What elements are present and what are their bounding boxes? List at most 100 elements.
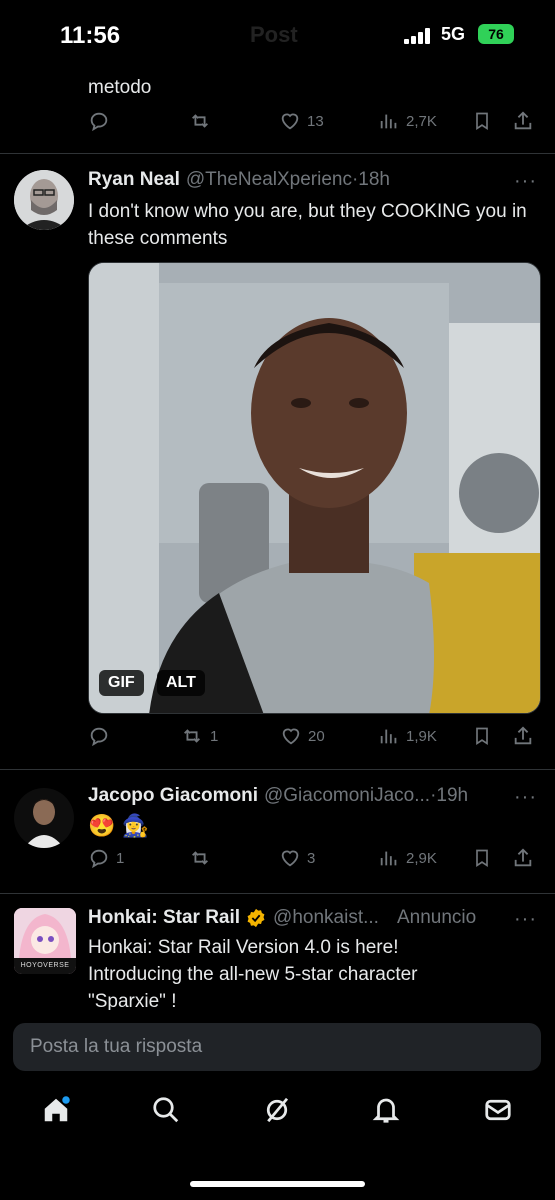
tab-notifications[interactable] [366, 1090, 406, 1130]
repost-count: 1 [210, 727, 219, 745]
avatar[interactable] [14, 170, 74, 230]
repost-icon [192, 114, 208, 128]
messages-icon [485, 1099, 511, 1121]
grok-icon [266, 1097, 289, 1123]
views-icon [380, 729, 397, 744]
tab-home[interactable] [36, 1090, 76, 1130]
tweet-text: Honkai: Star Rail Version 4.0 is here! I… [88, 934, 538, 1012]
author-handle[interactable]: @honkaist... [273, 907, 379, 929]
tweet-actions: 1 3 2,9K [88, 847, 538, 877]
reply-icon [90, 849, 108, 869]
bookmark-button[interactable] [472, 847, 492, 869]
heart-icon [282, 728, 300, 745]
like-button[interactable]: 13 [279, 110, 324, 132]
home-icon [44, 1096, 70, 1122]
ad-label: Annuncio [396, 907, 477, 928]
home-indicator [190, 1181, 365, 1187]
tweet-text-line: Introducing the all-new 5-star character [88, 964, 418, 985]
bookmark-icon [476, 112, 488, 131]
tweet-actions: 13 2,7K [88, 110, 538, 140]
alt-badge[interactable]: ALT [157, 670, 205, 696]
reply-button[interactable]: 1 [88, 847, 124, 869]
repost-icon [192, 851, 208, 865]
gif-badge: GIF [99, 670, 144, 696]
tweet-header: Jacopo Giacomoni @GiacomoniJaco... ·19h [88, 785, 468, 807]
repost-icon [184, 729, 200, 743]
notifications-icon [372, 1098, 400, 1123]
bookmark-button[interactable] [472, 110, 492, 132]
tweet-header: Ryan Neal @TheNealXperienc ·18h [88, 169, 390, 191]
search-icon [153, 1097, 179, 1123]
tweet-actions: 1 20 1,9K [88, 725, 538, 755]
more-icon[interactable]: ··· [514, 786, 537, 809]
reply-button[interactable] [88, 110, 110, 132]
reply-input[interactable]: Posta la tua risposta [13, 1023, 541, 1071]
tweet-text: I don't know who you are, but they COOKI… [88, 201, 527, 249]
author-name[interactable]: Ryan Neal [88, 169, 180, 191]
post-time: ·19h [430, 785, 469, 806]
views-icon [380, 114, 397, 129]
reply-icon [90, 112, 108, 132]
divider [0, 893, 555, 894]
bookmark-icon [476, 727, 488, 746]
views-button[interactable]: 1,9K [378, 725, 437, 747]
like-count: 3 [307, 849, 316, 867]
network-label: 5G [441, 24, 466, 44]
bookmark-icon [476, 849, 488, 868]
heart-icon [281, 850, 299, 867]
tweet-text: metodo [88, 77, 152, 98]
avatar-photo [14, 170, 74, 230]
more-icon[interactable]: ··· [514, 170, 537, 193]
gif-frame [89, 263, 540, 713]
tab-bar [0, 1090, 555, 1150]
repost-button[interactable] [188, 110, 212, 132]
repost-button[interactable]: 1 [180, 725, 218, 747]
divider [0, 153, 555, 154]
views-count: 2,9K [406, 849, 437, 867]
author-handle[interactable]: @TheNealXperienc [186, 169, 352, 191]
divider [0, 769, 555, 770]
share-button[interactable] [512, 847, 534, 869]
views-icon [380, 851, 397, 866]
avatar-label: HOYOVERSE [14, 958, 76, 974]
tab-messages[interactable] [478, 1090, 518, 1130]
share-button[interactable] [512, 110, 534, 132]
signal-icon [404, 28, 430, 44]
tweet-text-line: Honkai: Star Rail Version 4.0 is here! [88, 937, 399, 958]
avatar[interactable]: HOYOVERSE [14, 908, 76, 974]
reply-icon [90, 727, 108, 747]
tweet-text-line: "Sparxie" ! [88, 991, 177, 1012]
author-handle[interactable]: @GiacomoniJaco... [264, 785, 430, 807]
battery-icon: 76 [478, 24, 514, 44]
avatar-photo [14, 788, 74, 848]
avatar[interactable] [14, 788, 74, 848]
like-count: 13 [307, 112, 324, 130]
more-icon[interactable]: ··· [514, 908, 537, 931]
tweet-text: 😍 🧙‍♀️ [88, 813, 149, 838]
tab-grok[interactable] [257, 1090, 297, 1130]
status-time: 11:56 [60, 22, 121, 49]
views-count: 1,9K [406, 727, 437, 745]
views-button[interactable]: 2,9K [378, 847, 437, 869]
tweet-gif[interactable] [88, 262, 541, 714]
views-count: 2,7K [406, 112, 437, 130]
share-icon [514, 111, 532, 130]
post-time: ·18h [351, 169, 390, 190]
share-icon [514, 848, 532, 867]
tab-search[interactable] [146, 1090, 186, 1130]
avatar-art [14, 908, 76, 958]
bookmark-button[interactable] [472, 725, 492, 747]
author-name[interactable]: Jacopo Giacomoni [88, 785, 258, 807]
like-count: 20 [308, 727, 325, 745]
tweet-header: Honkai: Star Rail @honkaist... Annuncio [88, 907, 476, 929]
share-button[interactable] [512, 725, 534, 747]
reply-button[interactable] [88, 725, 110, 747]
verified-icon [247, 908, 265, 928]
like-button[interactable]: 20 [280, 725, 325, 747]
share-icon [514, 726, 532, 745]
views-button[interactable]: 2,7K [378, 110, 437, 132]
repost-button[interactable] [188, 847, 212, 869]
page-title: Post [250, 22, 298, 47]
author-name[interactable]: Honkai: Star Rail [88, 907, 240, 929]
like-button[interactable]: 3 [279, 847, 315, 869]
